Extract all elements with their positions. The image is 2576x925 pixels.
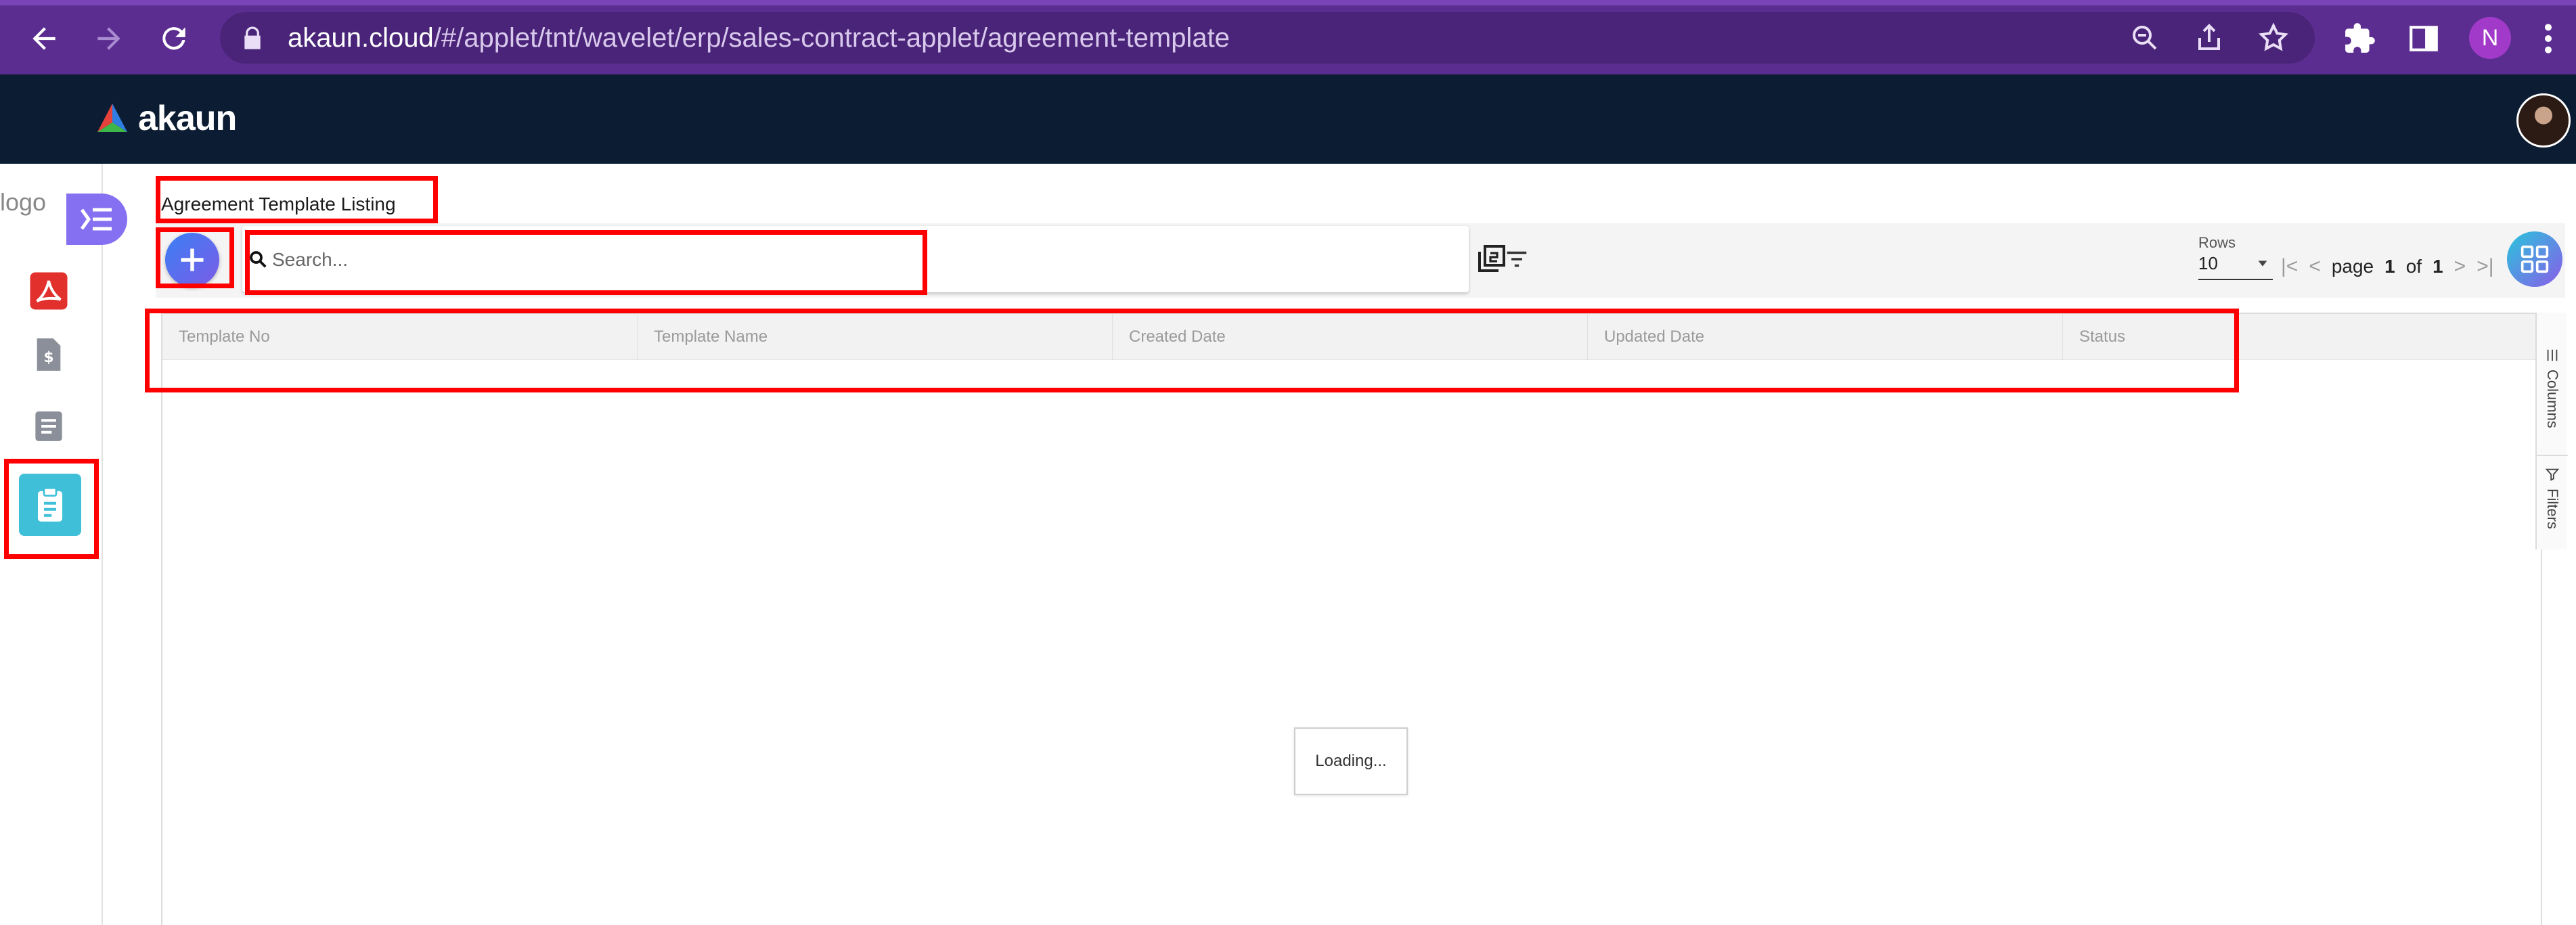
sidebar-item-document[interactable] — [27, 405, 70, 448]
filters-panel-tab[interactable]: Filters — [2537, 467, 2568, 529]
last-page-icon[interactable]: >| — [2477, 255, 2493, 278]
profile-avatar[interactable]: N — [2469, 17, 2511, 59]
annotation-box-search — [245, 230, 927, 295]
grid-icon — [2521, 245, 2549, 273]
loading-overlay: Loading... — [1294, 727, 1408, 795]
column-count-icon[interactable] — [1475, 242, 1511, 277]
funnel-icon — [2545, 468, 2560, 481]
pagination: |< < page 1 of 1 > >| — [2281, 253, 2494, 280]
columns-panel-tab[interactable]: Columns — [2537, 348, 2568, 428]
reload-icon[interactable] — [150, 15, 198, 62]
annotation-box-table-header — [145, 309, 2239, 392]
document-icon — [35, 411, 62, 441]
sidebar-item-invoice[interactable]: $ — [27, 333, 70, 376]
annotation-box-title — [156, 176, 438, 223]
rows-per-page-value: 10 — [2198, 253, 2218, 273]
page-word: page — [2331, 256, 2374, 277]
tool-side-panel: Columns Filters — [2535, 313, 2568, 549]
brand-logo[interactable]: akaun — [93, 95, 237, 142]
prev-page-icon[interactable]: < — [2309, 255, 2321, 278]
dropdown-arrow-icon — [2255, 254, 2270, 275]
sidebar-item-pdf[interactable] — [27, 269, 70, 313]
rows-label: Rows — [2198, 234, 2236, 251]
browser-toolbar: akaun.cloud/#/applet/tnt/wavelet/erp/sal… — [0, 0, 2576, 74]
side-panel-divider — [2537, 455, 2568, 456]
extensions-icon[interactable] — [2336, 15, 2384, 62]
browser-tab-strip — [0, 0, 2576, 5]
svg-text:$: $ — [43, 349, 53, 366]
columns-panel-label: Columns — [2544, 369, 2561, 428]
forward-icon[interactable] — [85, 15, 133, 62]
page-current: 1 — [2384, 256, 2395, 277]
filters-panel-label: Filters — [2544, 489, 2561, 529]
rows-per-page-select[interactable]: 10 — [2198, 253, 2273, 280]
url-host: akaun.cloud — [288, 23, 434, 53]
first-page-icon[interactable]: |< — [2281, 255, 2298, 278]
app-header: akaun — [0, 74, 2576, 164]
dollar-document-icon: $ — [37, 338, 61, 371]
columns-icon — [2547, 349, 2558, 361]
url-text[interactable]: akaun.cloud/#/applet/tnt/wavelet/erp/sal… — [288, 12, 1230, 64]
menu-collapse-icon — [81, 208, 112, 231]
template-table: Template No Template Name Created Date U… — [161, 313, 2542, 925]
address-bar[interactable]: akaun.cloud/#/applet/tnt/wavelet/erp/sal… — [220, 12, 2315, 64]
bookmark-star-icon[interactable] — [2257, 22, 2291, 55]
back-icon[interactable] — [20, 15, 68, 62]
next-page-icon[interactable]: > — [2454, 255, 2466, 278]
menu-toggle-button[interactable] — [66, 194, 127, 245]
akaun-logo-icon — [97, 104, 127, 132]
page-total: 1 — [2433, 256, 2443, 277]
url-path: /#/applet/tnt/wavelet/erp/sales-contract… — [433, 23, 1230, 53]
more-menu-icon[interactable] — [2531, 15, 2565, 62]
user-avatar[interactable] — [2516, 93, 2571, 148]
side-panel-icon[interactable] — [2400, 15, 2447, 62]
share-icon[interactable] — [2193, 22, 2227, 55]
brand-name: akaun — [138, 99, 237, 138]
annotation-box-add-button — [156, 227, 234, 288]
pdf-icon — [30, 272, 68, 310]
zoom-icon[interactable] — [2129, 22, 2162, 55]
app-grid-button[interactable] — [2507, 231, 2562, 287]
annotation-box-sidebar-item — [4, 459, 99, 559]
of-word: of — [2405, 256, 2422, 277]
broken-logo-image: logo — [0, 188, 47, 216]
lock-icon[interactable] — [239, 24, 266, 51]
